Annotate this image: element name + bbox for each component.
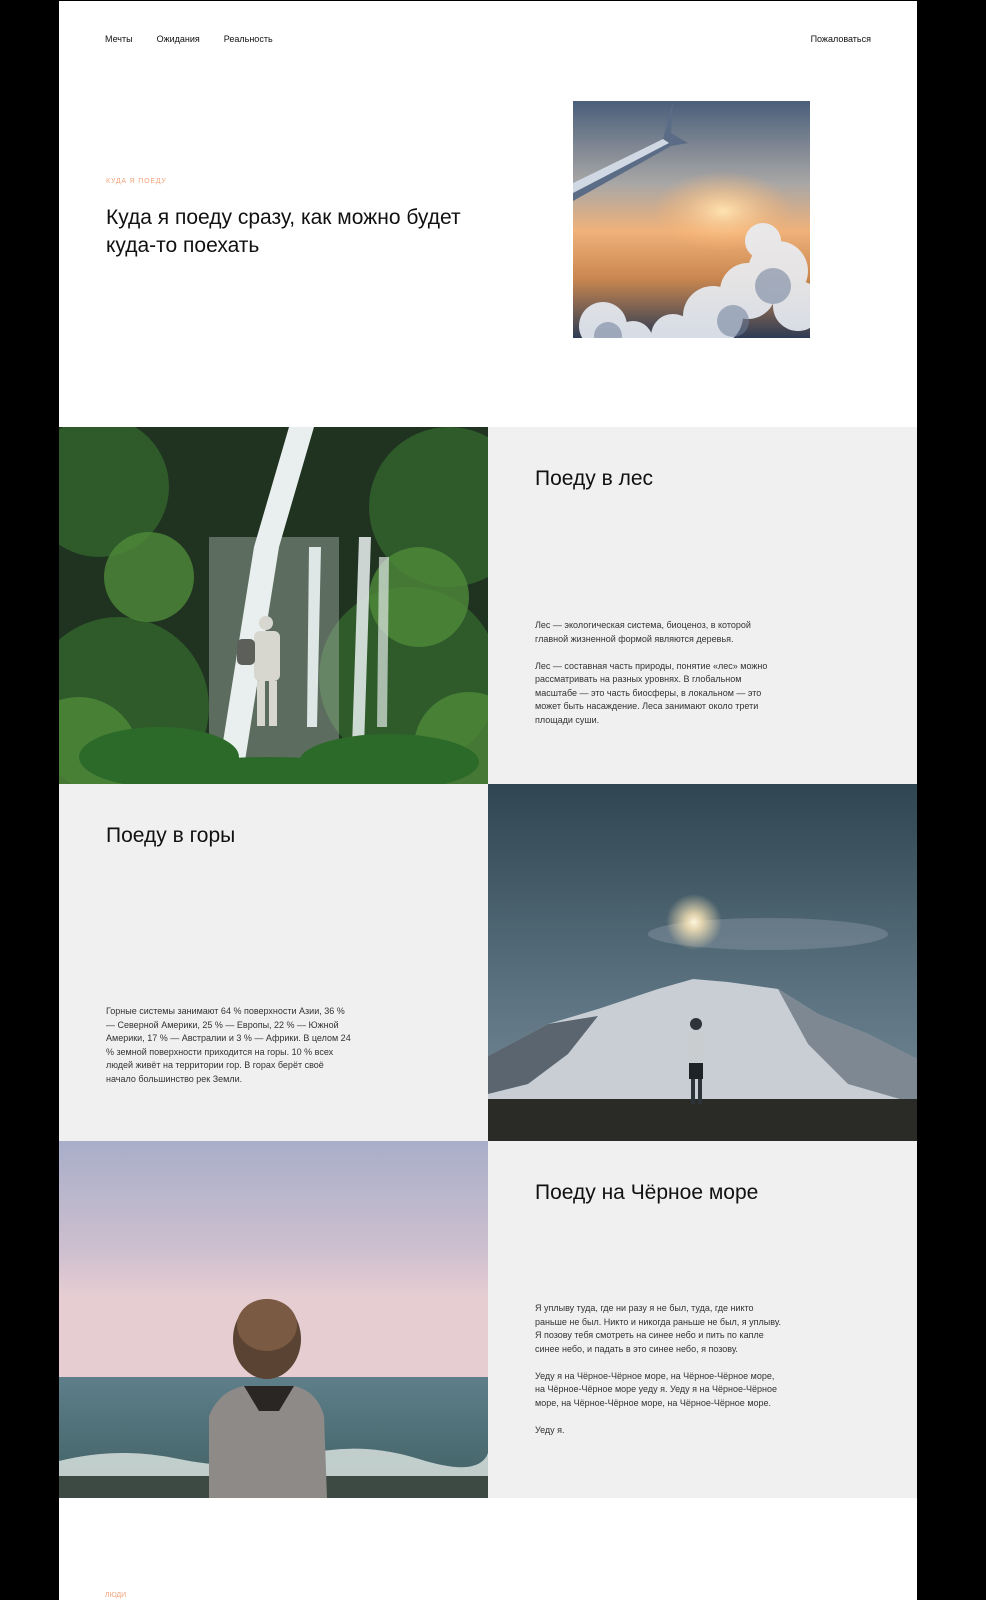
destinations-grid: Поеду в лес Лес — экологическая система,…: [59, 427, 917, 1498]
forest-description: Лес — экологическая система, биоценоз, в…: [535, 619, 785, 741]
mountains-paragraph: Горные системы занимают 64 % поверхности…: [106, 1006, 351, 1084]
airplane-wing-photo: [573, 101, 810, 338]
mountains-title: Поеду в горы: [106, 824, 236, 847]
sea-text-panel: Поеду на Чёрное море Я уплыву туда, где …: [488, 1141, 917, 1498]
forest-row: Поеду в лес Лес — экологическая система,…: [59, 427, 917, 784]
forest-text-panel: Поеду в лес Лес — экологическая система,…: [488, 427, 917, 784]
forest-paragraph: Лес — составная часть природы, понятие «…: [535, 660, 768, 725]
waterfall-photo: [59, 427, 488, 784]
sea-paragraph: Уеду я.: [535, 1424, 565, 1435]
nav-item-reality[interactable]: Реальность: [224, 34, 273, 44]
forest-title: Поеду в лес: [535, 467, 654, 490]
sea-row: Поеду на Чёрное море Я уплыву туда, где …: [59, 1141, 917, 1498]
mountains-description: Горные системы занимают 64 % поверхности…: [106, 1005, 356, 1100]
page: Мечты Ожидания Реальность Пожаловаться К…: [59, 1, 917, 1600]
forest-paragraph: Лес — экологическая система, биоценоз, в…: [535, 620, 751, 644]
nav-item-dreams[interactable]: Мечты: [105, 34, 133, 44]
mountains-text-panel: Поеду в горы Горные системы занимают 64 …: [59, 784, 488, 1141]
sea-title: Поеду на Чёрное море: [535, 1181, 759, 1204]
nav-item-expectations[interactable]: Ожидания: [157, 34, 200, 44]
report-link[interactable]: Пожаловаться: [811, 34, 871, 44]
sea-paragraph: Уеду я на Чёрное-Чёрное море, на Чёрное-…: [535, 1370, 777, 1408]
mountain-night-photo: [488, 784, 917, 1141]
hero-eyebrow: Куда я поеду: [106, 178, 167, 185]
sea-description: Я уплыву туда, где ни разу я не был, туд…: [535, 1302, 785, 1451]
main-nav: Мечты Ожидания Реальность: [105, 34, 273, 44]
people-eyebrow: Люди: [105, 1592, 127, 1599]
sea-paragraph: Я уплыву туда, где ни разу я не был, туд…: [535, 1303, 781, 1354]
hero-title: Куда я поеду сразу, как можно будет куда…: [106, 206, 461, 257]
sea-photo: [59, 1141, 488, 1498]
mountains-row: Поеду в горы Горные системы занимают 64 …: [59, 784, 917, 1141]
